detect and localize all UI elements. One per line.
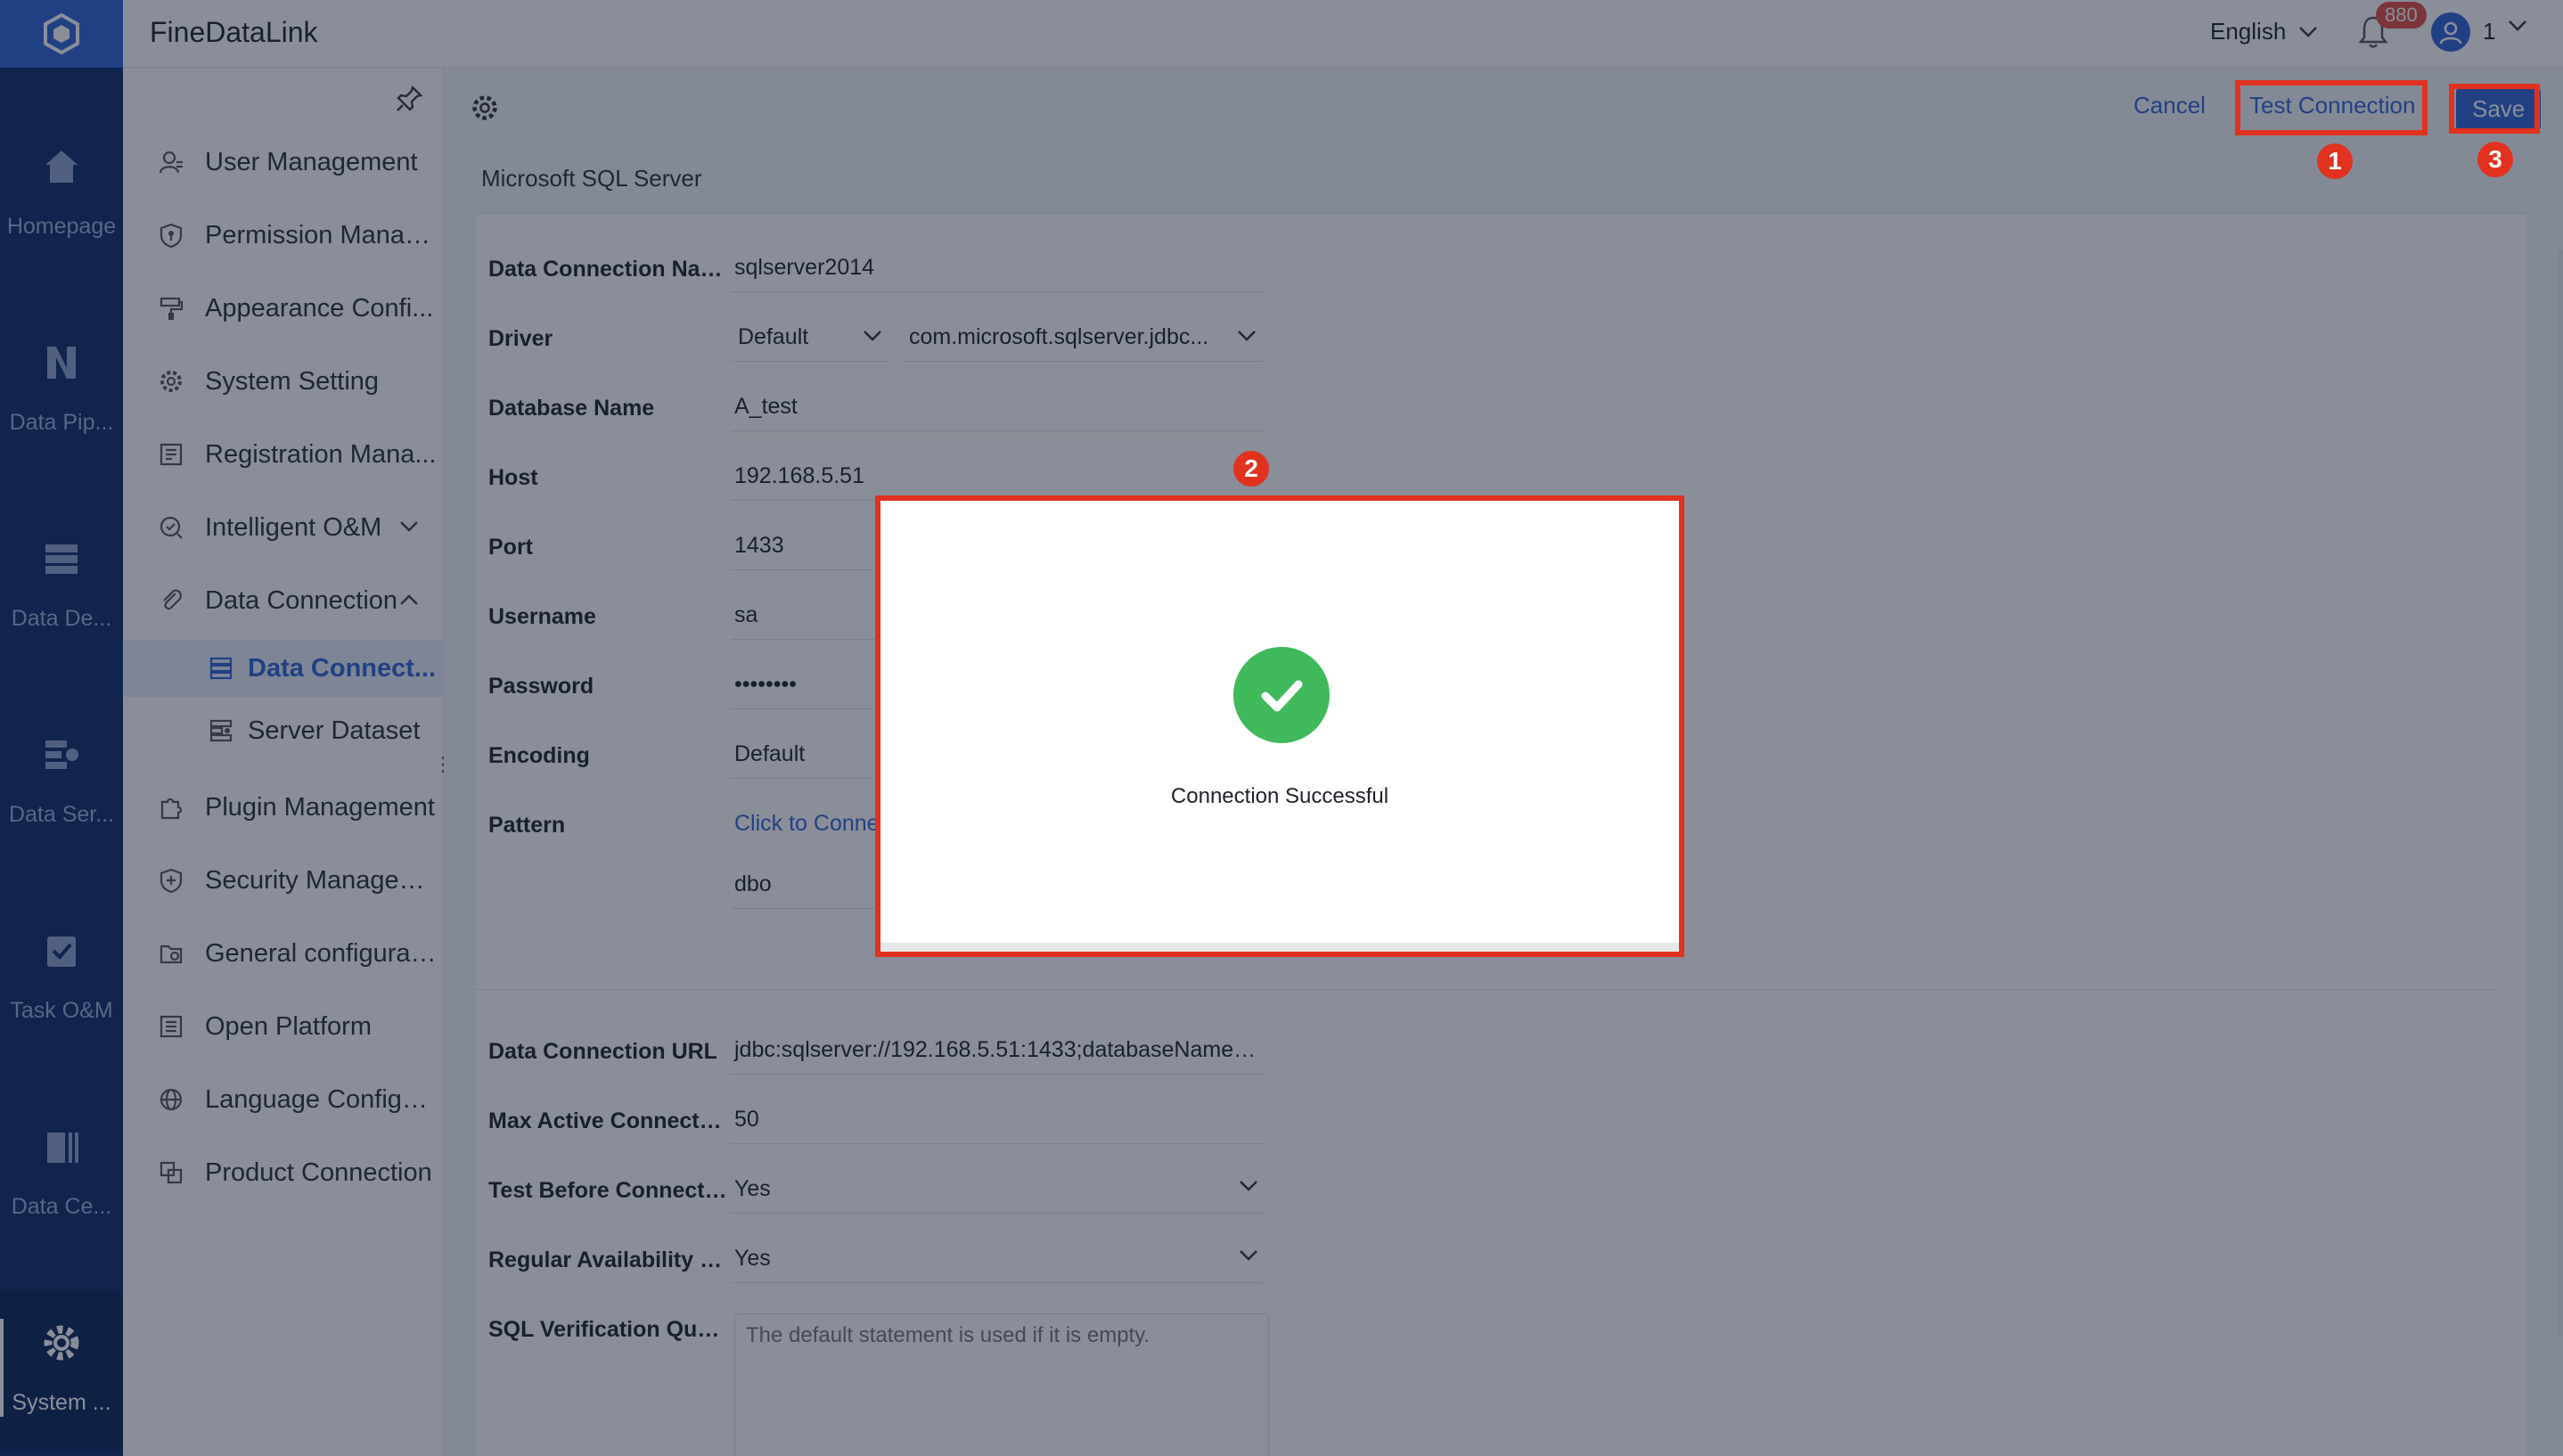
annotation-number-3: 3 xyxy=(2477,142,2513,177)
annotation-box-save xyxy=(2449,84,2540,134)
annotation-number-1: 1 xyxy=(2317,143,2353,179)
annotation-box-dialog xyxy=(875,495,1684,957)
annotation-number-2: 2 xyxy=(1233,451,1269,487)
annotation-box-test-connection xyxy=(2235,80,2428,135)
